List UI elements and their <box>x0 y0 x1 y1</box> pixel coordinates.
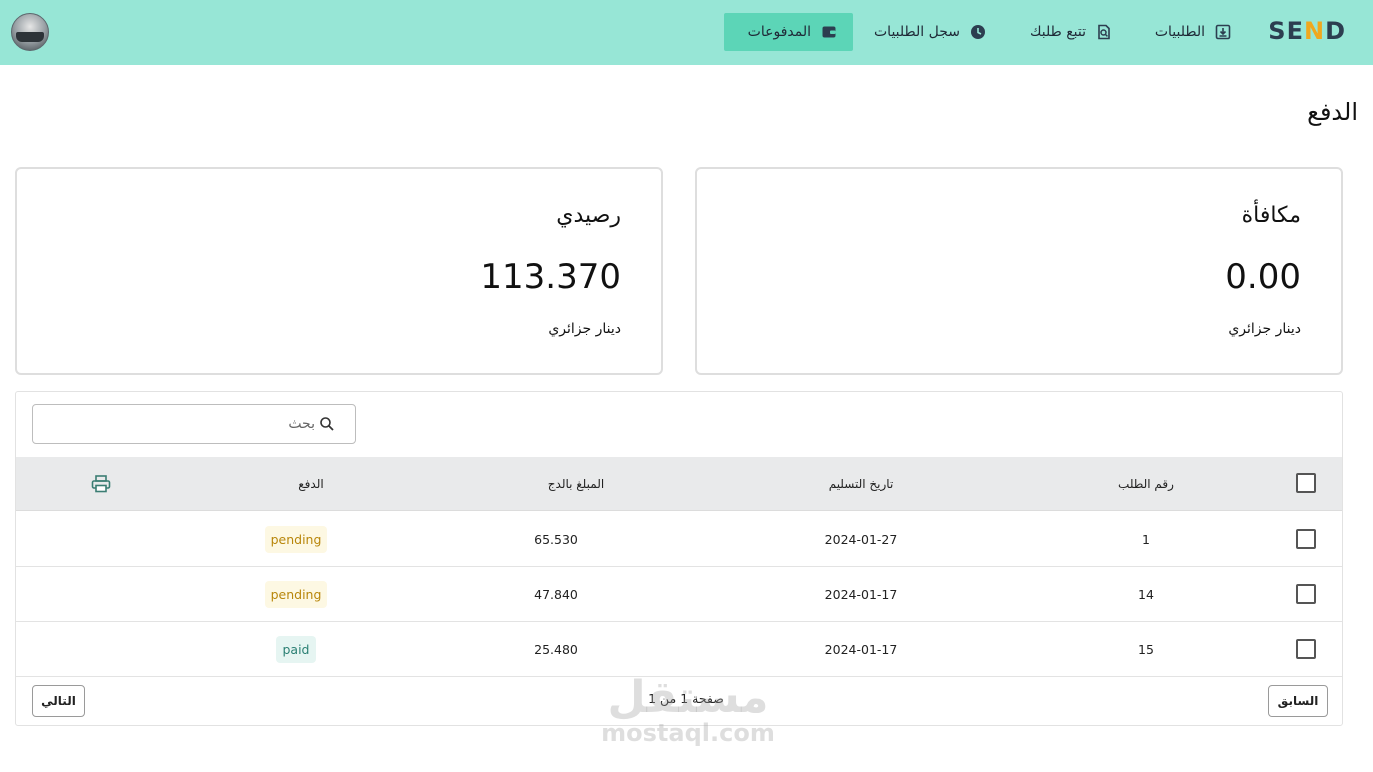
reward-value: 0.00 <box>1225 257 1301 297</box>
balance-title: رصيدي <box>556 203 621 228</box>
logo-text-end: D <box>1325 17 1346 45</box>
header-order-no: رقم الطلب <box>1118 476 1174 491</box>
table-row: 14 2024-01-17 47.840 pending <box>16 567 1342 622</box>
balance-unit: دينار جزائري <box>548 321 621 337</box>
select-all-checkbox[interactable] <box>1296 473 1316 493</box>
print-icon[interactable] <box>86 457 116 510</box>
nav-track-order-label: تتبع طلبك <box>1029 24 1086 40</box>
payment-cell: paid <box>256 622 336 676</box>
nav-orders[interactable]: الطلبيات <box>1139 13 1247 51</box>
logo-text-start: SE <box>1268 17 1304 45</box>
search-box[interactable] <box>32 404 356 444</box>
header-payment: الدفع <box>298 476 324 491</box>
row-checkbox[interactable] <box>1296 529 1316 549</box>
logo-text-n: N <box>1303 17 1326 45</box>
send-logo[interactable]: SE N D <box>1268 16 1346 46</box>
reward-card: مكافأة 0.00 دينار جزائري <box>695 167 1343 375</box>
table-row: 15 2024-01-17 25.480 paid <box>16 622 1342 677</box>
table-header: رقم الطلب تاريخ التسليم المبلغ بالدج الد… <box>16 457 1342 511</box>
next-button[interactable]: التالي <box>32 685 85 717</box>
order-no: 14 <box>1138 586 1154 602</box>
download-box-icon <box>1215 24 1231 40</box>
row-checkbox[interactable] <box>1296 639 1316 659</box>
clock-icon <box>971 25 985 39</box>
status-badge: pending <box>264 525 328 553</box>
status-badge: paid <box>276 635 316 663</box>
table-row: 1 2024-01-27 65.530 pending <box>16 512 1342 567</box>
wallet-icon <box>822 26 836 38</box>
page-title: الدفع <box>1307 98 1358 126</box>
balance-card: رصيدي 113.370 دينار جزائري <box>15 167 663 375</box>
payment-cell: pending <box>256 567 336 621</box>
payments-table-panel: رقم الطلب تاريخ التسليم المبلغ بالدج الد… <box>15 391 1343 726</box>
delivery-date: 2024-01-27 <box>824 531 898 547</box>
prev-button[interactable]: السابق <box>1268 685 1328 717</box>
search-icon <box>320 417 334 431</box>
row-checkbox[interactable] <box>1296 584 1316 604</box>
search-document-icon <box>1098 24 1110 40</box>
balance-value: 113.370 <box>480 257 621 297</box>
page-info: صفحة 1 من 1 <box>648 691 724 706</box>
amount: 65.530 <box>534 531 578 547</box>
amount: 25.480 <box>534 641 578 657</box>
delivery-date: 2024-01-17 <box>824 586 898 602</box>
delivery-date: 2024-01-17 <box>824 641 898 657</box>
nav-payments-label: المدفوعات <box>747 24 811 40</box>
amount: 47.840 <box>534 586 578 602</box>
order-no: 1 <box>1142 531 1150 547</box>
pagination: السابق صفحة 1 من 1 التالي <box>16 676 1342 726</box>
search-input[interactable] <box>55 416 315 432</box>
reward-title: مكافأة <box>1241 203 1301 228</box>
nav-orders-label: الطلبيات <box>1154 24 1205 40</box>
nav-payments[interactable]: المدفوعات <box>724 13 853 51</box>
nav-track-order[interactable]: تتبع طلبك <box>1014 13 1128 51</box>
nav-order-history-label: سجل الطلبيات <box>874 24 960 40</box>
status-badge: pending <box>264 580 328 608</box>
reward-unit: دينار جزائري <box>1228 321 1301 337</box>
payment-cell: pending <box>256 512 336 566</box>
nav-order-history[interactable]: سجل الطلبيات <box>858 13 1002 51</box>
top-navbar: SE N D الطلبيات تتبع طلبك سجل الطلبيات الم… <box>0 0 1373 65</box>
user-avatar[interactable] <box>11 13 49 51</box>
order-no: 15 <box>1138 641 1154 657</box>
header-delivery-date: تاريخ التسليم <box>828 476 894 491</box>
header-amount: المبلغ بالدج <box>547 476 605 491</box>
